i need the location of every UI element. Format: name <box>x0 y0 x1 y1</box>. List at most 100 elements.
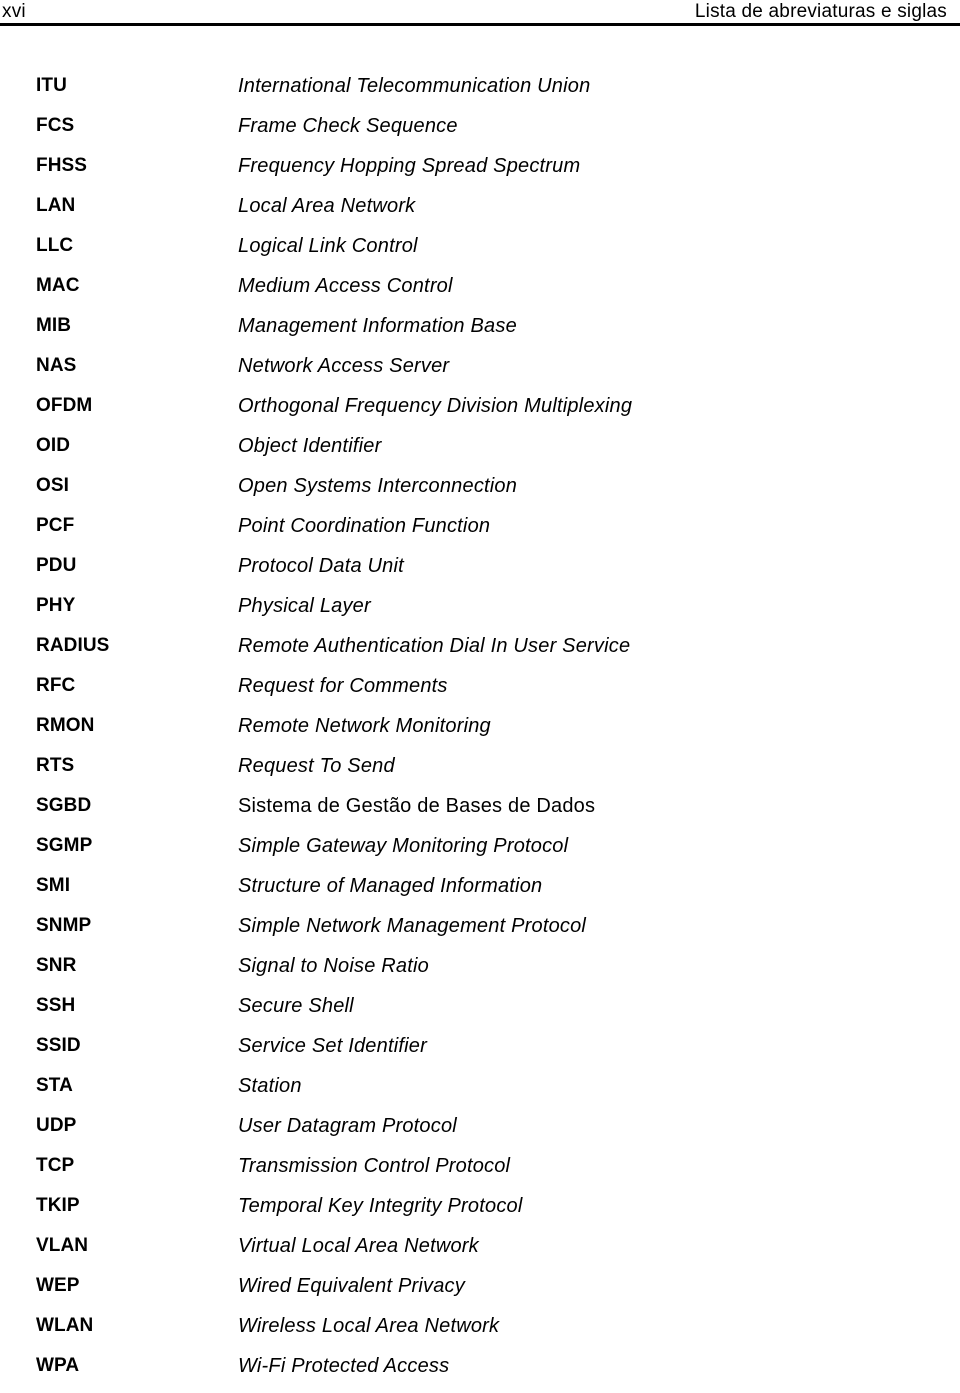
abbreviation-entry: LLC Logical Link Control <box>0 233 960 273</box>
abbreviation-entry: RTS Request To Send <box>0 753 960 793</box>
abbreviation-definition: Remote Authentication Dial In User Servi… <box>238 635 631 657</box>
abbreviation-definition: Object Identifier <box>238 435 382 457</box>
abbreviation-entry: SMI Structure of Managed Information <box>0 873 960 913</box>
page-title: Lista de abreviaturas e siglas <box>694 1 947 22</box>
abbreviation-entry: WLAN Wireless Local Area Network <box>0 1313 960 1353</box>
abbreviation-definition: Remote Network Monitoring <box>238 715 491 737</box>
abbreviation-definition: Signal to Noise Ratio <box>238 955 429 977</box>
abbreviation-term: OID <box>36 435 71 456</box>
abbreviation-entry: SNMP Simple Network Management Protocol <box>0 913 960 953</box>
abbreviation-entry: FHSS Frequency Hopping Spread Spectrum <box>0 153 960 193</box>
abbreviation-definition: Orthogonal Frequency Division Multiplexi… <box>238 395 633 417</box>
abbreviation-term: OFDM <box>36 395 93 416</box>
abbreviation-entry: SSID Service Set Identifier <box>0 1033 960 1073</box>
abbreviation-term: SSID <box>36 1035 81 1056</box>
abbreviation-term: RFC <box>36 675 76 696</box>
abbreviation-entry: UDP User Datagram Protocol <box>0 1113 960 1153</box>
abbreviation-entry: NAS Network Access Server <box>0 353 960 393</box>
abbreviation-term: WPA <box>36 1355 80 1376</box>
abbreviation-definition: User Datagram Protocol <box>238 1115 457 1137</box>
abbreviation-entry: VLAN Virtual Local Area Network <box>0 1233 960 1273</box>
abbreviation-definition: Point Coordination Function <box>238 515 491 537</box>
abbreviation-term: RTS <box>36 755 75 776</box>
abbreviation-term: STA <box>36 1075 73 1096</box>
abbreviation-entry: RFC Request for Comments <box>0 673 960 713</box>
abbreviation-entry: STA Station <box>0 1073 960 1113</box>
abbreviation-term: OSI <box>36 475 70 496</box>
abbreviation-entry: RADIUS Remote Authentication Dial In User… <box>0 633 960 673</box>
abbreviation-entry: MAC Medium Access Control <box>0 273 960 313</box>
abbreviation-term: MIB <box>36 315 72 336</box>
abbreviation-definition: Secure Shell <box>238 995 354 1017</box>
abbreviation-term: ITU <box>36 75 67 96</box>
abbreviation-term: SGMP <box>36 835 93 856</box>
abbreviation-definition: Wired Equivalent Privacy <box>238 1275 465 1297</box>
abbreviation-definition: Simple Gateway Monitoring Protocol <box>238 835 569 857</box>
header-rule <box>0 23 960 26</box>
abbreviation-term: NAS <box>36 355 77 376</box>
abbreviation-term: SMI <box>36 875 71 896</box>
abbreviation-definition: Wi-Fi Protected Access <box>238 1355 450 1377</box>
abbreviation-term: VLAN <box>36 1235 89 1256</box>
abbreviation-entry: PCF Point Coordination Function <box>0 513 960 553</box>
abbreviation-definition: Frame Check Sequence <box>238 115 458 137</box>
abbreviation-term: PHY <box>36 595 76 616</box>
abbreviation-definition: Protocol Data Unit <box>238 555 404 577</box>
abbreviation-term: PDU <box>36 555 77 576</box>
abbreviation-term: WEP <box>36 1275 80 1296</box>
abbreviation-entry: WEP Wired Equivalent Privacy <box>0 1273 960 1313</box>
abbreviation-term: RADIUS <box>36 635 110 656</box>
abbreviation-entry: SGBD Sistema de Gestão de Bases de Dados <box>0 793 960 833</box>
abbreviation-definition: Logical Link Control <box>238 235 418 257</box>
abbreviation-term: MAC <box>36 275 80 296</box>
abbreviation-entry: TCP Transmission Control Protocol <box>0 1153 960 1193</box>
abbreviation-entry: PDU Protocol Data Unit <box>0 553 960 593</box>
abbreviation-definition: Local Area Network <box>238 195 416 217</box>
abbreviation-definition: Wireless Local Area Network <box>238 1315 500 1337</box>
abbreviation-entry: LAN Local Area Network <box>0 193 960 233</box>
abbreviation-definition: Transmission Control Protocol <box>238 1155 511 1177</box>
abbreviation-term: FHSS <box>36 155 88 176</box>
abbreviation-entry: ITU International Telecommunication Union <box>0 73 960 113</box>
abbreviation-entry: OID Object Identifier <box>0 433 960 473</box>
abbreviation-term: SNMP <box>36 915 92 936</box>
abbreviation-definition: Medium Access Control <box>238 275 453 297</box>
abbreviation-term: UDP <box>36 1115 77 1136</box>
abbreviation-entry: TKIP Temporal Key Integrity Protocol <box>0 1193 960 1233</box>
abbreviation-definition: Physical Layer <box>238 595 371 617</box>
abbreviation-term: FCS <box>36 115 75 136</box>
abbreviation-term: TKIP <box>36 1195 80 1216</box>
abbreviation-definition: Request for Comments <box>238 675 448 697</box>
abbreviation-definition: Virtual Local Area Network <box>238 1235 479 1257</box>
abbreviation-definition: Simple Network Management Protocol <box>238 915 587 937</box>
abbreviation-term: WLAN <box>36 1315 94 1336</box>
abbreviation-definition: Temporal Key Integrity Protocol <box>238 1195 523 1217</box>
abbreviation-list: ITU International Telecommunication Union… <box>0 73 960 1393</box>
abbreviation-entry: WPA Wi-Fi Protected Access <box>0 1353 960 1393</box>
abbreviation-definition: Network Access Server <box>238 355 450 377</box>
abbreviation-entry: OSI Open Systems Interconnection <box>0 473 960 513</box>
page-running-head: xvi Lista de abreviaturas e siglas <box>0 0 960 26</box>
abbreviation-entry: SSH Secure Shell <box>0 993 960 1033</box>
abbreviation-definition: Structure of Managed Information <box>238 875 543 897</box>
abbreviation-entry: RMON Remote Network Monitoring <box>0 713 960 753</box>
page-number: xvi <box>2 1 26 22</box>
abbreviation-entry: FCS Frame Check Sequence <box>0 113 960 153</box>
abbreviation-term: RMON <box>36 715 95 736</box>
abbreviation-definition: Request To Send <box>238 755 395 777</box>
abbreviation-term: SSH <box>36 995 76 1016</box>
abbreviation-entry: SNR Signal to Noise Ratio <box>0 953 960 993</box>
abbreviation-term: TCP <box>36 1155 75 1176</box>
abbreviation-entry: PHY Physical Layer <box>0 593 960 633</box>
abbreviation-term: SGBD <box>36 795 92 816</box>
abbreviation-definition: Frequency Hopping Spread Spectrum <box>238 155 581 177</box>
abbreviation-definition: International Telecommunication Union <box>238 75 591 97</box>
abbreviation-definition: Sistema de Gestão de Bases de Dados <box>238 795 596 817</box>
abbreviation-term: LAN <box>36 195 76 216</box>
abbreviation-definition: Management Information Base <box>238 315 517 337</box>
abbreviation-entry: OFDM Orthogonal Frequency Division Multip… <box>0 393 960 433</box>
abbreviation-entry: SGMP Simple Gateway Monitoring Protocol <box>0 833 960 873</box>
abbreviation-entry: MIB Management Information Base <box>0 313 960 353</box>
abbreviation-term: PCF <box>36 515 75 536</box>
abbreviation-definition: Open Systems Interconnection <box>238 475 518 497</box>
